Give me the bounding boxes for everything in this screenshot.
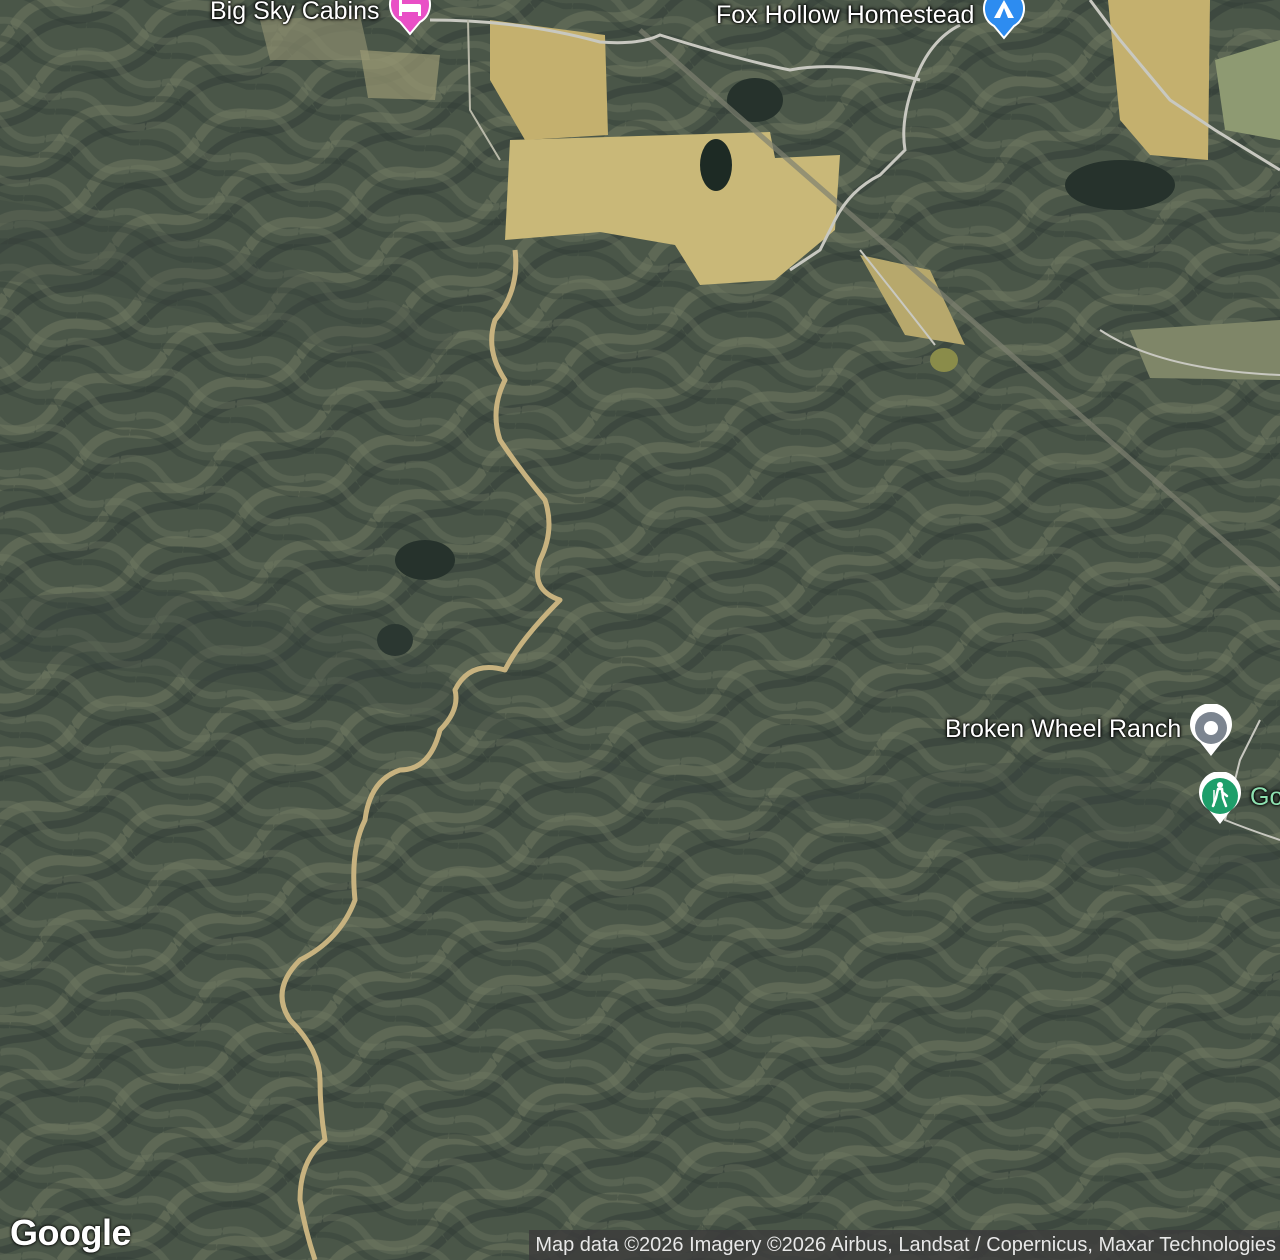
tent-icon xyxy=(980,0,1028,40)
bed-icon xyxy=(386,0,434,36)
poi-broken-wheel-ranch[interactable]: Broken Wheel Ranch xyxy=(945,704,1235,756)
forest-patch xyxy=(395,540,455,580)
forest-patch xyxy=(377,624,413,656)
field-lot xyxy=(360,50,440,100)
poi-label: Broken Wheel Ranch xyxy=(945,714,1182,743)
poi-big-sky-cabins[interactable]: Big Sky Cabins xyxy=(210,0,434,36)
pond xyxy=(700,139,732,191)
forest-patch xyxy=(1065,160,1175,210)
hiker-icon xyxy=(1196,772,1244,824)
google-logo: Google xyxy=(10,1212,132,1253)
map-attribution: Map data ©2026 Imagery ©2026 Airbus, Lan… xyxy=(529,1230,1280,1260)
satellite-map[interactable] xyxy=(0,0,1280,1260)
poi-label: Fox Hollow Homestead xyxy=(716,0,975,29)
pond xyxy=(930,348,958,372)
poi-label: Big Sky Cabins xyxy=(210,0,380,25)
farm-field xyxy=(1130,320,1280,380)
poi-fox-hollow-homestead[interactable]: Fox Hollow Homestead xyxy=(716,0,1028,40)
dot-icon xyxy=(1187,704,1235,756)
poi-trail[interactable]: Go xyxy=(1196,772,1280,824)
poi-label: Go xyxy=(1250,782,1280,811)
